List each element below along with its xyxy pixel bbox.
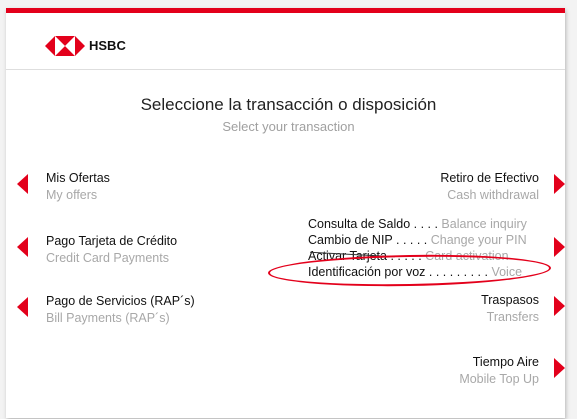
option-label: Pago de Servicios (RAP´s) — [46, 294, 195, 308]
hsbc-logo-icon — [45, 36, 85, 56]
option-arrow-right-4[interactable] — [554, 358, 565, 378]
page-title: Seleccione la transacción o disposición — [140, 95, 437, 114]
option-arrow-right-3[interactable] — [554, 296, 565, 316]
option-label: Tiempo Aire — [472, 355, 539, 369]
option-traspasos[interactable]: Traspasos Transfers — [481, 292, 539, 326]
option-label: Mis Ofertas — [46, 171, 110, 185]
option-label: Traspasos — [481, 293, 539, 307]
option-pago-tarjeta[interactable]: Pago Tarjeta de Crédito Credit Card Paym… — [46, 233, 177, 267]
option-consulta-saldo: Consulta de Saldo . . . . Balance inquir… — [308, 217, 527, 231]
option-arrow-left-1[interactable] — [17, 174, 28, 194]
header: HSBC — [6, 13, 565, 70]
option-sublabel: Transfers — [486, 310, 539, 324]
option-sublabel: Credit Card Payments — [46, 251, 169, 265]
option-pago-servicios[interactable]: Pago de Servicios (RAP´s) Bill Payments … — [46, 293, 195, 327]
option-sublabel: Bill Payments (RAP´s) — [46, 311, 170, 325]
option-arrow-right-2[interactable] — [554, 237, 565, 257]
option-label: Pago Tarjeta de Crédito — [46, 234, 178, 248]
option-arrow-right-1[interactable] — [554, 174, 565, 194]
option-mis-ofertas[interactable]: Mis Ofertas My offers — [46, 170, 110, 204]
option-label: Retiro de Efectivo — [440, 171, 539, 185]
page-subtitle: Select your transaction — [222, 119, 355, 134]
option-tiempo-aire[interactable]: Tiempo Aire Mobile Top Up — [459, 354, 539, 388]
option-sublabel: My offers — [46, 188, 98, 202]
option-retiro-efectivo[interactable]: Retiro de Efectivo Cash withdrawal — [440, 170, 539, 204]
option-arrow-left-3[interactable] — [17, 297, 28, 317]
option-sublabel: Mobile Top Up — [459, 372, 539, 386]
option-sublabel: Cash withdrawal — [447, 188, 539, 202]
option-cambio-nip: Cambio de NIP . . . . . Change your PIN — [308, 233, 527, 247]
brand-name: HSBC — [89, 38, 126, 53]
option-arrow-left-2[interactable] — [17, 237, 28, 257]
